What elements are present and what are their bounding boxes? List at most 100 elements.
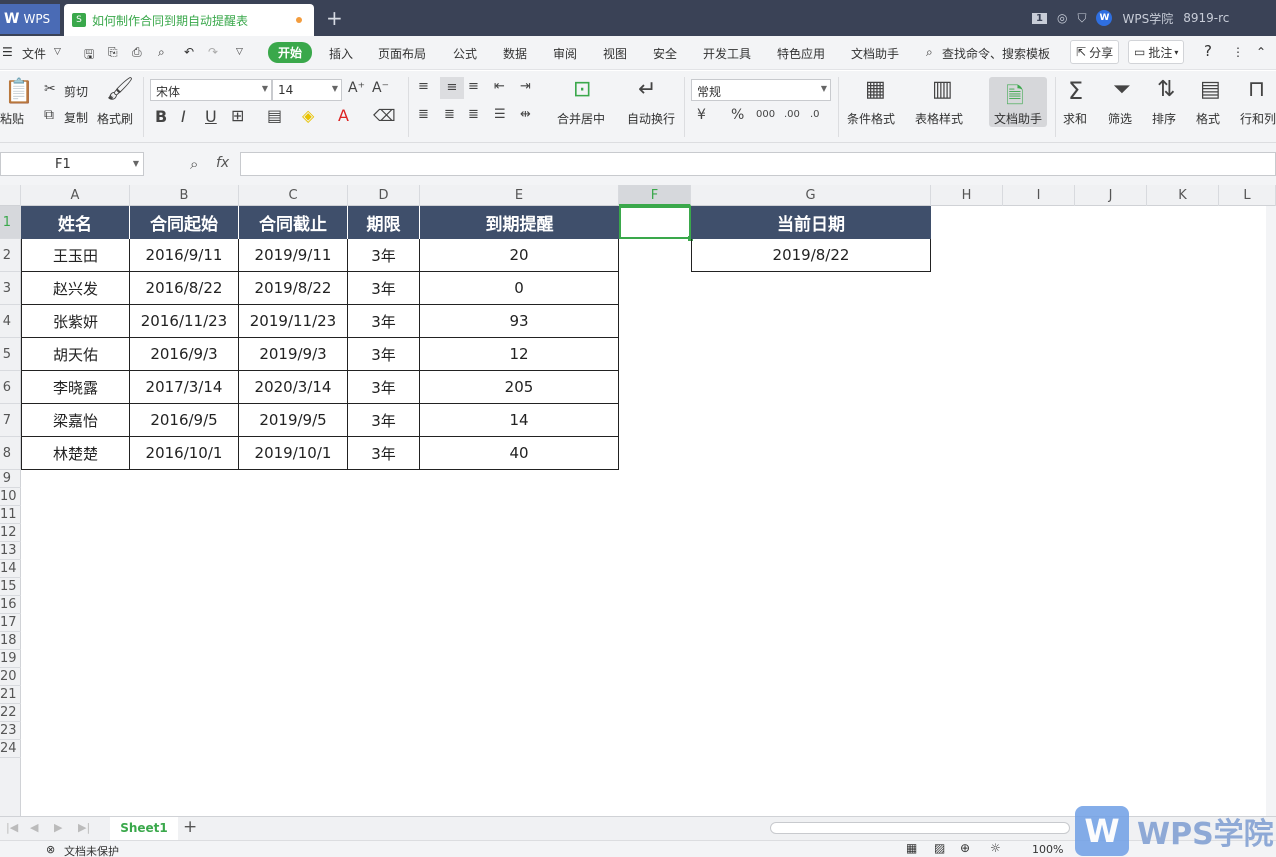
- file-menu[interactable]: 文件: [22, 45, 46, 62]
- selected-cell-f1[interactable]: [619, 206, 691, 239]
- row-header[interactable]: 17: [0, 614, 21, 632]
- distribute-icon[interactable]: ⇹: [520, 107, 531, 122]
- page-break-view-icon[interactable]: ▨: [934, 841, 945, 855]
- merge-center-icon[interactable]: ⊡: [573, 77, 591, 102]
- bold-icon[interactable]: B: [155, 107, 167, 126]
- wps-home-tab[interactable]: W WPS: [0, 4, 60, 34]
- header-current-date[interactable]: 当前日期: [691, 206, 931, 239]
- cell-name[interactable]: 胡天佑: [21, 338, 130, 371]
- row-header[interactable]: 2: [0, 239, 21, 272]
- indent-increase-icon[interactable]: ⇥: [520, 79, 531, 94]
- column-header-i[interactable]: I: [1003, 185, 1075, 206]
- help-button[interactable]: ?: [1204, 42, 1212, 60]
- save-icon[interactable]: 🖫: [84, 45, 94, 66]
- more-icon[interactable]: ⋮: [1232, 45, 1244, 59]
- row-header[interactable]: 5: [0, 338, 21, 371]
- row-header[interactable]: 23: [0, 722, 21, 740]
- doc-assistant-button[interactable]: 文档助手: [994, 110, 1042, 127]
- preview-icon[interactable]: ⌕: [158, 45, 165, 60]
- horizontal-scrollbar[interactable]: [770, 822, 1070, 834]
- wrap-text-button[interactable]: 自动换行: [627, 110, 675, 127]
- cell-reminder[interactable]: 93: [420, 305, 619, 338]
- cell-end-date[interactable]: 2019/11/23: [239, 305, 348, 338]
- cell-name[interactable]: 梁嘉怡: [21, 404, 130, 437]
- sum-icon[interactable]: Σ: [1068, 77, 1083, 105]
- column-header-b[interactable]: B: [130, 185, 239, 206]
- last-sheet-icon[interactable]: ▶|: [78, 821, 90, 834]
- header-term[interactable]: 期限: [348, 206, 420, 239]
- sort-button[interactable]: 排序: [1152, 110, 1176, 127]
- cell-term[interactable]: 3年: [348, 305, 420, 338]
- reading-mode-icon[interactable]: ⊕: [960, 841, 970, 855]
- align-bottom-icon[interactable]: ≡: [468, 79, 479, 94]
- add-sheet-button[interactable]: +: [183, 817, 197, 837]
- chevron-down-icon[interactable]: ▽: [54, 47, 61, 57]
- cell-end-date[interactable]: 2019/10/1: [239, 437, 348, 470]
- increase-decimal-icon[interactable]: .00: [784, 109, 800, 120]
- cell-name[interactable]: 林楚楚: [21, 437, 130, 470]
- column-header-f[interactable]: F: [619, 185, 691, 206]
- cell-start-date[interactable]: 2016/9/11: [130, 239, 239, 272]
- row-header[interactable]: 12: [0, 524, 21, 542]
- justify-icon[interactable]: ☰: [494, 107, 506, 122]
- cell-name[interactable]: 李晓露: [21, 371, 130, 404]
- copy-icon[interactable]: ⧉: [44, 107, 54, 123]
- prev-sheet-icon[interactable]: ◀: [30, 821, 38, 834]
- number-format-select[interactable]: 常规 ▼: [691, 79, 831, 101]
- export-icon[interactable]: ⎘: [108, 45, 118, 60]
- cell-start-date[interactable]: 2016/9/3: [130, 338, 239, 371]
- select-all-corner[interactable]: [0, 185, 21, 206]
- cell-start-date[interactable]: 2016/9/5: [130, 404, 239, 437]
- row-header[interactable]: 24: [0, 740, 21, 758]
- row-header[interactable]: 20: [0, 668, 21, 686]
- merge-center-button[interactable]: 合并居中: [557, 110, 605, 127]
- sheet-tab-sheet1[interactable]: Sheet1: [110, 817, 178, 840]
- row-header[interactable]: 21: [0, 686, 21, 704]
- cell-term[interactable]: 3年: [348, 272, 420, 305]
- currency-icon[interactable]: ¥: [697, 107, 706, 123]
- vertical-scrollbar[interactable]: [1266, 206, 1276, 816]
- collapse-ribbon-icon[interactable]: ⌃: [1256, 45, 1266, 59]
- font-size-select[interactable]: 14 ▼: [272, 79, 342, 101]
- rows-cols-button[interactable]: 行和列: [1240, 110, 1276, 127]
- tab-special[interactable]: 特色应用: [777, 45, 825, 62]
- column-header-e[interactable]: E: [420, 185, 619, 206]
- first-sheet-icon[interactable]: |◀: [6, 821, 18, 834]
- format-painter-icon[interactable]: 🖌: [106, 77, 134, 102]
- print-icon[interactable]: ⎙: [132, 45, 142, 60]
- page-count-badge[interactable]: 1: [1032, 12, 1047, 24]
- tab-review[interactable]: 审阅: [553, 45, 577, 62]
- cell-reminder[interactable]: 20: [420, 239, 619, 272]
- fill-style-icon[interactable]: ▤: [267, 106, 282, 125]
- formula-input[interactable]: [240, 152, 1276, 176]
- header-start-date[interactable]: 合同起始: [130, 206, 239, 239]
- format-painter-button[interactable]: 格式刷: [97, 110, 133, 127]
- cut-icon[interactable]: ✂: [44, 81, 56, 97]
- format-icon[interactable]: ▤: [1200, 77, 1221, 102]
- search-icon[interactable]: ⌕: [926, 45, 933, 60]
- row-header[interactable]: 7: [0, 404, 21, 437]
- row-header[interactable]: 8: [0, 437, 21, 470]
- clear-format-icon[interactable]: ⌫: [373, 106, 396, 125]
- border-icon[interactable]: ⊞: [231, 106, 244, 125]
- cell-current-date[interactable]: 2019/8/22: [691, 239, 931, 272]
- cell-end-date[interactable]: 2019/9/5: [239, 404, 348, 437]
- cell-name[interactable]: 王玉田: [21, 239, 130, 272]
- cell-start-date[interactable]: 2016/11/23: [130, 305, 239, 338]
- row-header[interactable]: 22: [0, 704, 21, 722]
- sum-button[interactable]: 求和: [1063, 110, 1087, 127]
- conditional-format-button[interactable]: 条件格式: [847, 110, 895, 127]
- user-name[interactable]: 8919-rc: [1183, 11, 1229, 25]
- cell-name[interactable]: 张紫妍: [21, 305, 130, 338]
- row-header[interactable]: 16: [0, 596, 21, 614]
- cell-term[interactable]: 3年: [348, 371, 420, 404]
- name-box[interactable]: F1 ▼: [0, 152, 144, 176]
- decrease-decimal-icon[interactable]: .0: [810, 109, 820, 120]
- decrease-font-icon[interactable]: A⁻: [372, 80, 389, 96]
- zoom-formula-icon[interactable]: ⌕: [190, 155, 198, 173]
- align-middle-icon[interactable]: ≡: [440, 77, 464, 99]
- cell-end-date[interactable]: 2020/3/14: [239, 371, 348, 404]
- cell-term[interactable]: 3年: [348, 437, 420, 470]
- tab-security[interactable]: 安全: [653, 45, 677, 62]
- wps-academy-link[interactable]: WPS学院: [1122, 10, 1173, 27]
